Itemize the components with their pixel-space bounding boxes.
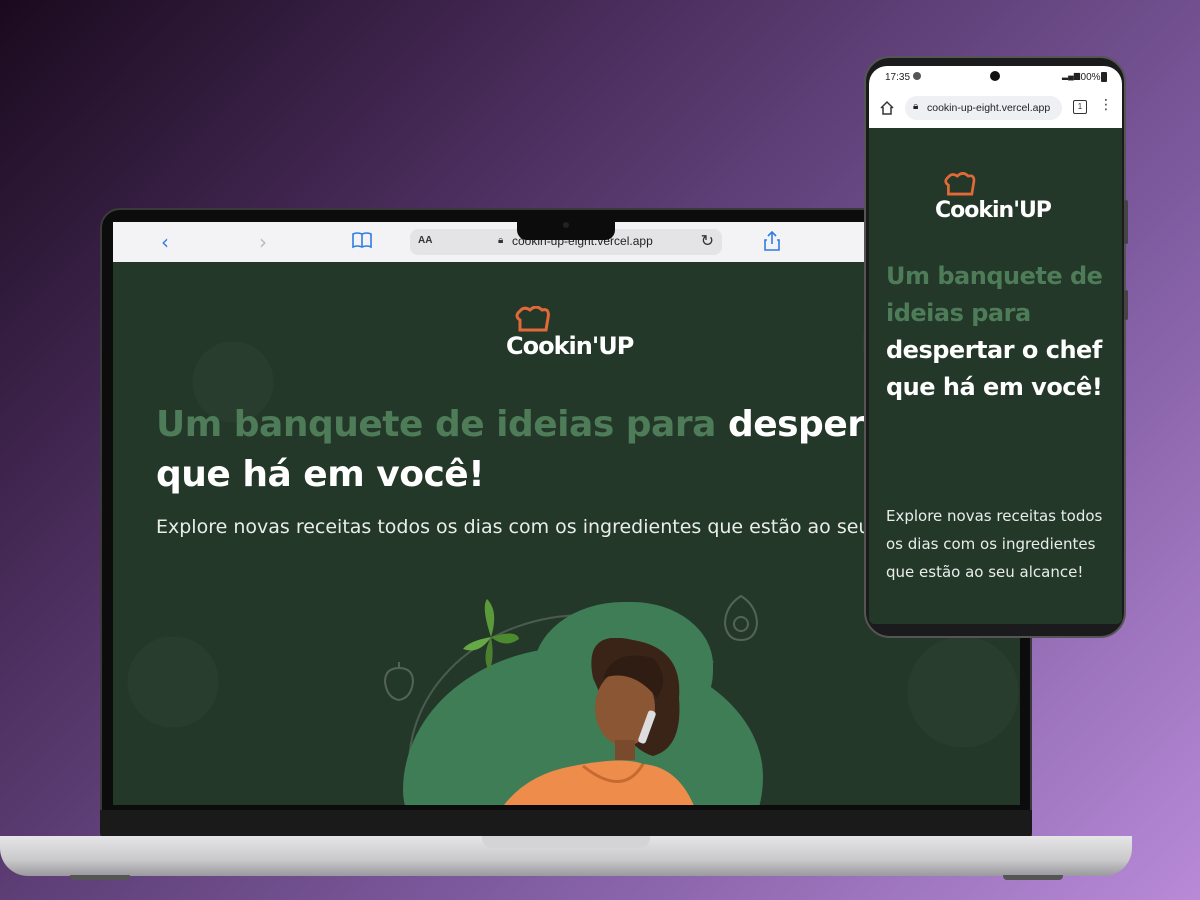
bookmarks-icon[interactable] [351,230,373,254]
status-time: 17:35 [885,72,911,83]
url-text: cookin-up-eight.vercel.app [927,102,1051,114]
woman-illustration [504,638,694,805]
home-icon[interactable] [879,100,895,116]
reader-mode-button[interactable]: AA [418,235,432,246]
lock-icon: 🔒︎ [498,235,504,246]
share-icon[interactable] [763,230,781,254]
phone-screen: 17:35 ▂▄▆ 100% 🔒︎ cookin-up-eight.vercel… [869,66,1122,624]
laptop-base [0,836,1132,876]
hero-title-muted: Um banquete de ideias para [156,404,716,445]
hero-title-muted: Um banquete de ideias para [886,262,1103,327]
laptop-notch [517,210,615,240]
battery-icon [1101,72,1107,82]
avocado-icon [723,594,759,642]
pepper-icon [383,662,415,702]
phone-power-button [1124,290,1128,320]
logo-wordmark: Cookin'UP [935,198,1052,223]
notification-icon [913,72,921,80]
logo-wordmark: Cookin'UP [506,332,634,360]
address-bar[interactable]: 🔒︎ cookin-up-eight.vercel.app [905,96,1062,120]
laptop-groove [482,836,650,848]
laptop-foot [1003,875,1063,880]
hero-subtitle: Explore novas receitas todos os dias com… [886,507,1103,581]
chef-hat-icon [944,172,976,196]
site-page: Cookin'UP Um banquete de ideias para des… [869,128,1122,624]
hero-title: Um banquete de ideias para despertar o c… [886,258,1111,406]
camera-icon [563,222,569,228]
back-arrow-icon[interactable]: ‹ [161,230,169,254]
phone-volume-button [1124,200,1128,244]
forward-arrow-icon[interactable]: › [259,230,267,254]
battery-text: 100% [1075,72,1101,83]
status-bar: 17:35 ▂▄▆ 100% [869,66,1122,88]
more-menu-icon[interactable]: ⋮ [1099,98,1113,112]
front-camera-icon [990,71,1000,81]
hero-title-bold: despertar o chef que há em você! [886,336,1103,401]
tabs-icon[interactable]: 1 [1073,100,1087,114]
lock-icon: 🔒︎ [913,101,919,112]
chrome-toolbar: 🔒︎ cookin-up-eight.vercel.app 1 ⋮ [869,88,1122,129]
laptop-chin [100,810,1032,838]
laptop-foot [70,875,130,880]
reload-icon[interactable]: ↻ [701,231,714,250]
